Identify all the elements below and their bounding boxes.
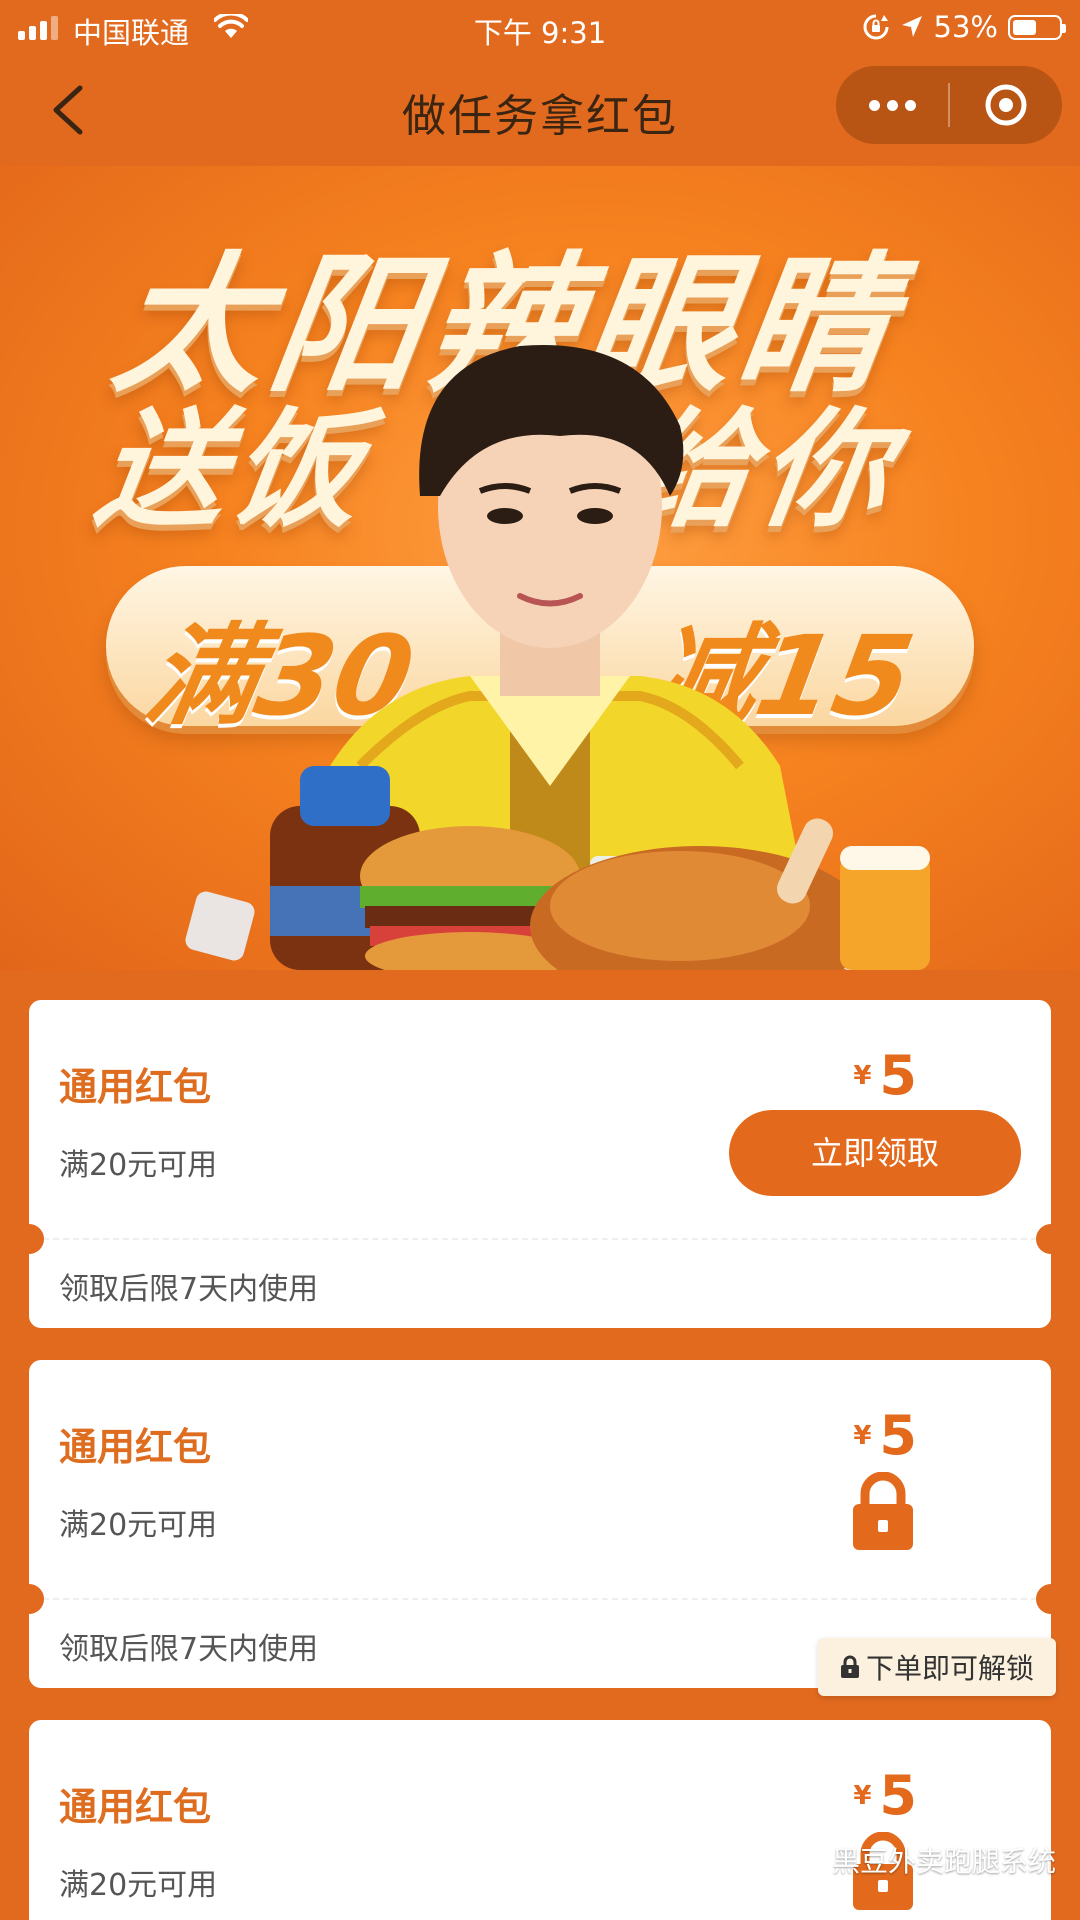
lock-icon [853,1472,913,1550]
location-arrow-icon [901,16,922,37]
coupon-title: 通用红包 [59,1065,212,1109]
coupon-card: 通用红包 满20元可用 ¥5 [29,1720,1051,1920]
coupon-title: 通用红包 [59,1425,212,1469]
coupon-card: 通用红包 满20元可用 ¥5 立即领取 领取后限7天内使用 [14,1000,1066,1328]
coupon-amount: ¥5 [853,1044,917,1107]
wechat-icon [791,1846,825,1873]
coupon-notch [14,1224,44,1254]
battery-icon [1008,14,1066,40]
promo-banner[interactable]: 太阳辣眼睛 送饭 给你 满30 减15 [0,166,1080,970]
coupon-title: 通用红包 [59,1785,212,1829]
coupon-amount-value: 5 [879,1404,917,1467]
coupon-amount-value: 5 [879,1764,917,1827]
dot-icon [868,99,880,111]
watermark: 黑豆外卖跑腿系统 [790,1840,1056,1880]
dot-icon [904,99,916,111]
coupon-validity: 领取后限7天内使用 [59,1272,319,1307]
claim-now-button[interactable]: 立即领取 [729,1110,1021,1196]
currency-symbol: ¥ [853,1421,872,1451]
coupon-notch [1036,1224,1066,1254]
target-circle-icon [985,84,1027,126]
coupon-validity: 领取后限7天内使用 [59,1632,319,1667]
banner-illustration [185,345,930,970]
coupon-condition: 满20元可用 [59,1148,218,1183]
coupon-condition: 满20元可用 [59,1868,218,1903]
watermark-text: 黑豆外卖跑腿系统 [832,1845,1057,1878]
coupon-condition: 满20元可用 [59,1508,218,1543]
coupon-amount: ¥5 [853,1764,917,1827]
dot-icon [886,99,898,111]
navigation-bar: 做任务拿红包 [0,58,1080,170]
more-options-button[interactable] [836,66,948,144]
currency-symbol: ¥ [853,1781,872,1811]
coupon-amount: ¥5 [853,1404,917,1467]
unlock-tip-badge: 下单即可解锁 [818,1638,1056,1696]
status-bar: 中国联通 下午 9:31 53% [0,0,1080,58]
battery-percent: 53% [933,10,998,44]
coupon-amount-value: 5 [879,1044,917,1107]
coupon-notch [1036,1584,1066,1614]
orientation-lock-icon [863,14,889,40]
mini-program-capsule [836,66,1062,144]
coupon-divider [43,1598,1037,1600]
close-mini-program-button[interactable] [950,66,1062,144]
small-lock-icon [840,1655,859,1678]
unlock-tip-text: 下单即可解锁 [865,1652,1034,1685]
currency-symbol: ¥ [853,1061,872,1091]
coupon-divider [43,1238,1037,1240]
coupon-notch [14,1584,44,1614]
